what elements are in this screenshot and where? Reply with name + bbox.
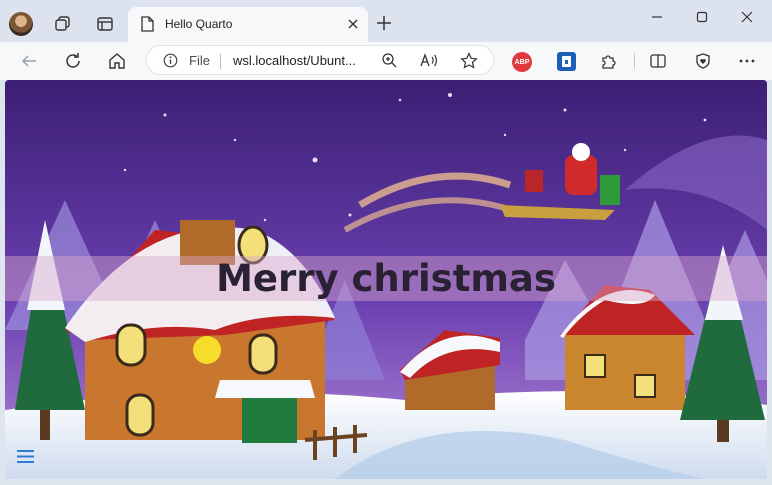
title-banner: Merry christmas bbox=[5, 256, 767, 301]
puzzle-icon[interactable] bbox=[598, 50, 620, 72]
tab-title: Hello Quarto bbox=[165, 17, 233, 31]
window-close-icon[interactable] bbox=[732, 8, 762, 26]
address-scheme: File bbox=[189, 53, 210, 68]
address-bar[interactable]: File wsl.localhost/Ubunt... bbox=[146, 45, 494, 75]
toolbar-divider bbox=[634, 53, 635, 69]
star-icon[interactable] bbox=[460, 52, 478, 69]
page-viewport: Merry christmas bbox=[5, 80, 767, 479]
close-icon[interactable] bbox=[345, 16, 361, 32]
hamburger-icon[interactable] bbox=[17, 449, 34, 464]
split-screen-icon[interactable] bbox=[647, 50, 669, 72]
workspaces-icon[interactable] bbox=[52, 13, 74, 35]
profile-avatar[interactable] bbox=[9, 12, 33, 36]
address-separator bbox=[220, 54, 221, 69]
active-tab[interactable]: Hello Quarto bbox=[128, 7, 368, 42]
maximize-icon[interactable] bbox=[687, 8, 717, 26]
adblock-extension-icon[interactable]: ABP bbox=[512, 52, 532, 72]
tab-actions-icon[interactable] bbox=[94, 13, 116, 35]
info-icon[interactable] bbox=[163, 53, 178, 68]
refresh-icon[interactable] bbox=[62, 50, 84, 72]
address-url[interactable]: wsl.localhost/Ubunt... bbox=[233, 53, 356, 68]
more-icon[interactable] bbox=[736, 50, 758, 72]
minimize-icon[interactable] bbox=[642, 8, 672, 26]
back-arrow-icon[interactable] bbox=[18, 50, 40, 72]
browser-toolbar: File wsl.localhost/Ubunt... ABP bbox=[0, 42, 772, 80]
home-icon[interactable] bbox=[106, 50, 128, 72]
page-icon bbox=[141, 16, 154, 32]
heart-shield-icon[interactable] bbox=[692, 50, 714, 72]
page-title: Merry christmas bbox=[216, 257, 556, 300]
title-bar: Hello Quarto bbox=[0, 0, 772, 42]
extension-icon[interactable] bbox=[557, 52, 576, 71]
read-aloud-icon[interactable] bbox=[420, 52, 438, 69]
plus-icon[interactable] bbox=[375, 14, 393, 32]
zoom-icon[interactable] bbox=[381, 52, 398, 69]
